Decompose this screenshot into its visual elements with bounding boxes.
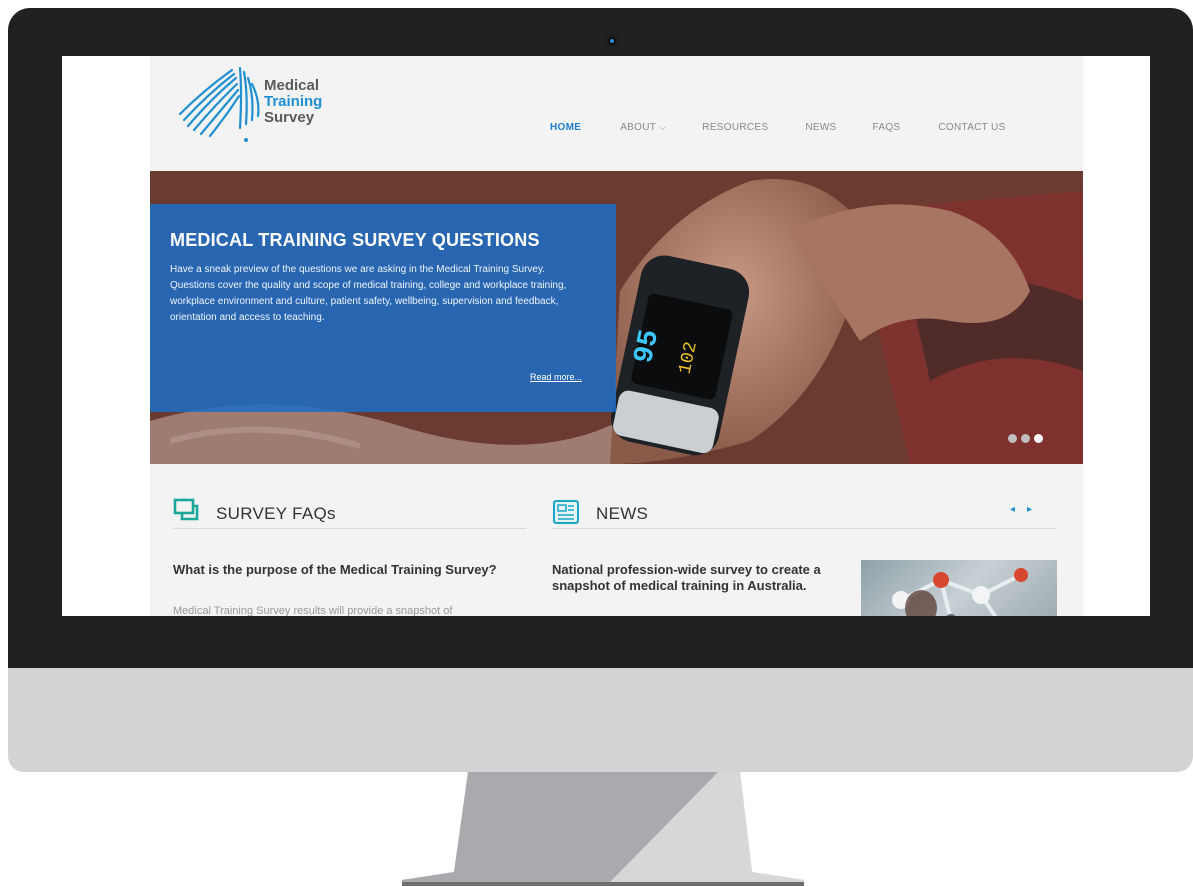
hero-body: Have a sneak preview of the questions we… [170,264,567,323]
hero-caption-box: MEDICAL TRAINING SURVEY QUESTIONS Have a… [150,204,616,412]
slider-dot-3[interactable] [1034,434,1043,443]
news-heading: NEWS [596,504,649,523]
logo-mark-icon [178,66,260,142]
faq-question-link[interactable]: What is the purpose of the Medical Train… [173,562,503,578]
chat-bubbles-icon [173,498,199,521]
news-headline-link[interactable]: National profession-wide survey to creat… [552,562,847,594]
hero-slider: 95 102 MEDICAL TRAINING SURVEY QUESTIONS… [150,171,1083,464]
hero-title: MEDICAL TRAINING SURVEY QUESTIONS [170,230,540,250]
nav-contact-us[interactable]: CONTACT US [938,122,1005,133]
website: Medical Training Survey HOME ABOUT ⌵ RESO… [150,56,1083,616]
site-logo[interactable]: Medical Training Survey [174,64,344,144]
prev-arrow-icon[interactable]: ◂ [1010,504,1015,515]
faq-section-header: SURVEY FAQs [173,498,526,529]
nav-resources[interactable]: RESOURCES [702,122,768,133]
faq-heading: SURVEY FAQs [216,504,336,523]
chevron-down-icon: ⌵ [659,122,667,132]
logo-wordmark: Medical Training Survey [264,78,322,126]
slider-dot-1[interactable] [1008,434,1017,443]
faq-answer-preview: Medical Training Survey results will pro… [173,605,453,616]
monitor-screen: Medical Training Survey HOME ABOUT ⌵ RESO… [62,56,1150,616]
read-more-link[interactable]: Read more... [530,372,582,382]
molecule-image [892,568,1028,616]
nav-home[interactable]: HOME [550,122,581,133]
nav-about[interactable]: ABOUT ⌵ [620,122,666,133]
monitor-stand [402,772,804,886]
logo-line-3: Survey [264,109,315,126]
news-carousel-arrows: ◂ ▸ [1010,504,1032,515]
news-section-header: NEWS [551,498,1057,529]
news-thumbnail[interactable] [861,560,1057,616]
newspaper-icon [553,500,579,524]
main-nav: HOME ABOUT ⌵ RESOURCES NEWS FAQS CONTACT … [550,122,1005,133]
slider-dots [1008,434,1043,443]
webcam-icon [605,34,619,48]
monitor-chin [8,668,1193,772]
nav-about-label: ABOUT [620,122,657,133]
next-arrow-icon[interactable]: ▸ [1027,504,1032,515]
nav-faqs[interactable]: FAQS [873,122,901,133]
logo-line-1: Medical [264,77,320,94]
nav-news[interactable]: NEWS [805,122,836,133]
slider-dot-2[interactable] [1021,434,1030,443]
logo-line-2: Training [264,93,323,110]
